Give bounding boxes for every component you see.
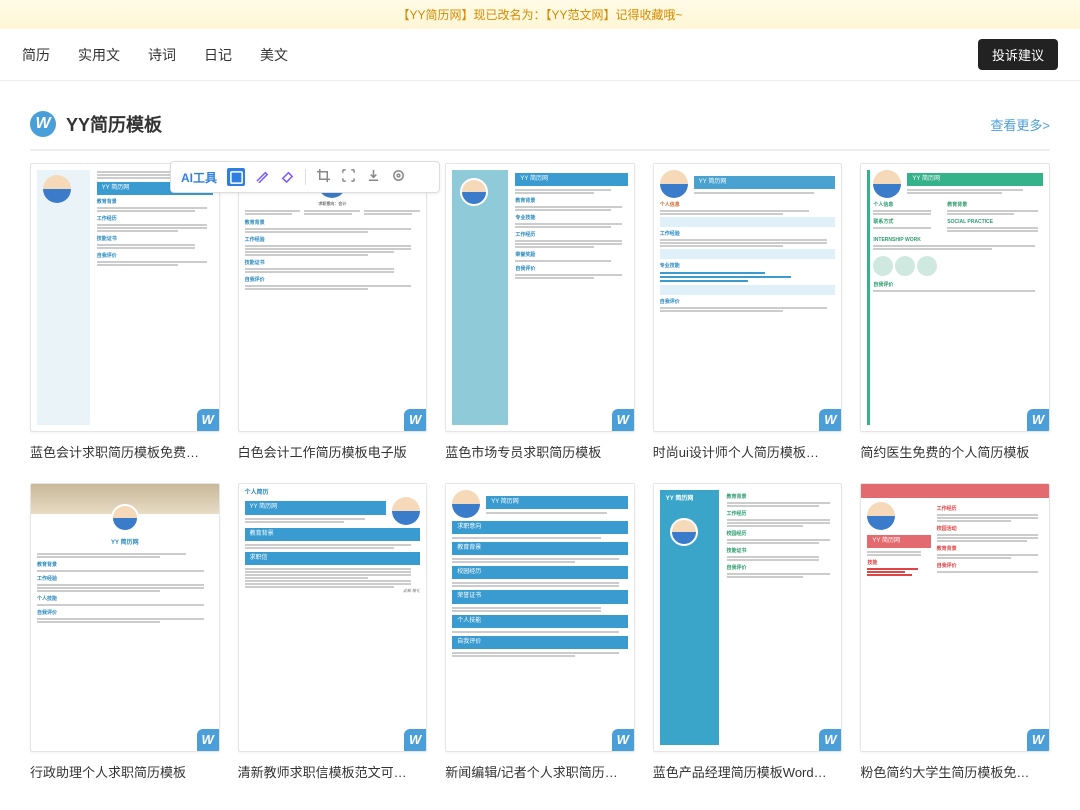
nav-diary[interactable]: 日记 (204, 45, 232, 65)
nav-prose[interactable]: 美文 (260, 45, 288, 65)
template-card[interactable]: YY 简历网 教育背景 工作经历 校园经历 技能证书 自我评价 W 蓝色产品经理… (653, 483, 843, 781)
word-badge-icon: W (612, 729, 634, 751)
word-badge-icon: W (197, 409, 219, 431)
bounds-tool-icon[interactable] (341, 168, 356, 186)
ai-tools-label[interactable]: AI工具 (181, 169, 217, 186)
template-thumb: YY 简历网 教育背景 工作经历 技能证书 自我评价 W (30, 163, 220, 432)
template-card[interactable]: YY 简历网 个人信息 工作经验 专业技能 自我评价 W 时尚ui设计师个人简历… (653, 163, 843, 461)
section-header: W YY简历模板 查看更多> (30, 111, 1050, 151)
template-card[interactable]: 求职意向：会计 教育背景 工作经验 技能证书 自我评价 W 白色会计工作简历模板… (238, 163, 428, 461)
word-badge-icon: W (1027, 729, 1049, 751)
template-thumb: YY 简历网 个人信息联系方式 教育背景SOCIAL PRACTICE INTE… (860, 163, 1050, 432)
template-card[interactable]: YY 简历网 教育背景 工作经历 技能证书 自我评价 W 蓝色会计求职简历模板免… (30, 163, 220, 461)
nav-practical[interactable]: 实用文 (78, 45, 120, 65)
word-badge-icon: W (404, 409, 426, 431)
select-tool-icon[interactable] (227, 168, 245, 186)
template-title: 粉色简约大学生简历模板免… (860, 762, 1050, 781)
template-title: 蓝色会计求职简历模板免费… (30, 442, 220, 461)
template-title: 简约医生免费的个人简历模板 (860, 442, 1050, 461)
top-nav: 简历 实用文 诗词 日记 美文 投诉建议 (0, 29, 1080, 81)
template-thumb: YY 简历网 个人信息 工作经验 专业技能 自我评价 W (653, 163, 843, 432)
template-title: 蓝色产品经理简历模板Word… (653, 762, 843, 781)
template-card[interactable]: 个人简历 YY 简历网 教育背景 求职信 此致 敬礼 W 清新教师求职信模板范文… (238, 483, 428, 781)
section-logo-icon: W (30, 111, 56, 137)
template-card[interactable]: YY 简历网 技能 工作经历 校园活动 教育背景 自我评价 W 粉色简约大学生简… (860, 483, 1050, 781)
word-badge-icon: W (612, 409, 634, 431)
feedback-button[interactable]: 投诉建议 (978, 39, 1058, 70)
template-title: 白色会计工作简历模板电子版 (238, 442, 428, 461)
template-card[interactable]: YY 简历网 求职意向 教育背景 校园经历 荣誉证书 个人技能 自我评价 W 新… (445, 483, 635, 781)
word-badge-icon: W (1027, 409, 1049, 431)
template-card[interactable]: YY 简历网 教育背景 专业技能 工作经历 荣誉奖励 自我评价 W 蓝色市场专员… (445, 163, 635, 461)
toolbar-divider (305, 169, 306, 185)
floating-toolbar: AI工具 (170, 161, 440, 193)
template-title: 清新教师求职信模板范文可… (238, 762, 428, 781)
template-thumb: YY 简历网 技能 工作经历 校园活动 教育背景 自我评价 W (860, 483, 1050, 752)
template-grid: YY 简历网 教育背景 工作经历 技能证书 自我评价 W 蓝色会计求职简历模板免… (30, 163, 1050, 781)
template-title: 行政助理个人求职简历模板 (30, 762, 220, 781)
template-thumb: YY 简历网 教育背景 工作经验 个人技能 自我评价 W (30, 483, 220, 752)
template-title: 时尚ui设计师个人简历模板… (653, 442, 843, 461)
see-more-link[interactable]: 查看更多> (990, 115, 1050, 134)
word-badge-icon: W (197, 729, 219, 751)
target-tool-icon[interactable] (391, 168, 406, 186)
announcement-banner: 【YY简历网】现已改名为：【YY范文网】记得收藏哦~ (0, 0, 1080, 29)
template-thumb: YY 简历网 教育背景 专业技能 工作经历 荣誉奖励 自我评价 W (445, 163, 635, 432)
nav-poetry[interactable]: 诗词 (148, 45, 176, 65)
template-thumb: 求职意向：会计 教育背景 工作经验 技能证书 自我评价 W (238, 163, 428, 432)
template-thumb: YY 简历网 教育背景 工作经历 校园经历 技能证书 自我评价 W (653, 483, 843, 752)
template-thumb: 个人简历 YY 简历网 教育背景 求职信 此致 敬礼 W (238, 483, 428, 752)
template-thumb: YY 简历网 求职意向 教育背景 校园经历 荣誉证书 个人技能 自我评价 W (445, 483, 635, 752)
eraser-tool-icon[interactable] (280, 168, 295, 186)
word-badge-icon: W (404, 729, 426, 751)
template-title: 新闻编辑/记者个人求职简历… (445, 762, 635, 781)
word-badge-icon: W (819, 409, 841, 431)
template-card[interactable]: YY 简历网 个人信息联系方式 教育背景SOCIAL PRACTICE INTE… (860, 163, 1050, 461)
pen-tool-icon[interactable] (255, 168, 270, 186)
section-title: YY简历模板 (66, 111, 162, 137)
download-tool-icon[interactable] (366, 168, 381, 186)
nav-resume[interactable]: 简历 (22, 45, 50, 65)
word-badge-icon: W (819, 729, 841, 751)
template-card[interactable]: YY 简历网 教育背景 工作经验 个人技能 自我评价 W 行政助理个人求职简历模… (30, 483, 220, 781)
banner-text: 【YY简历网】现已改名为：【YY范文网】记得收藏哦~ (397, 8, 682, 22)
crop-tool-icon[interactable] (316, 168, 331, 186)
template-title: 蓝色市场专员求职简历模板 (445, 442, 635, 461)
